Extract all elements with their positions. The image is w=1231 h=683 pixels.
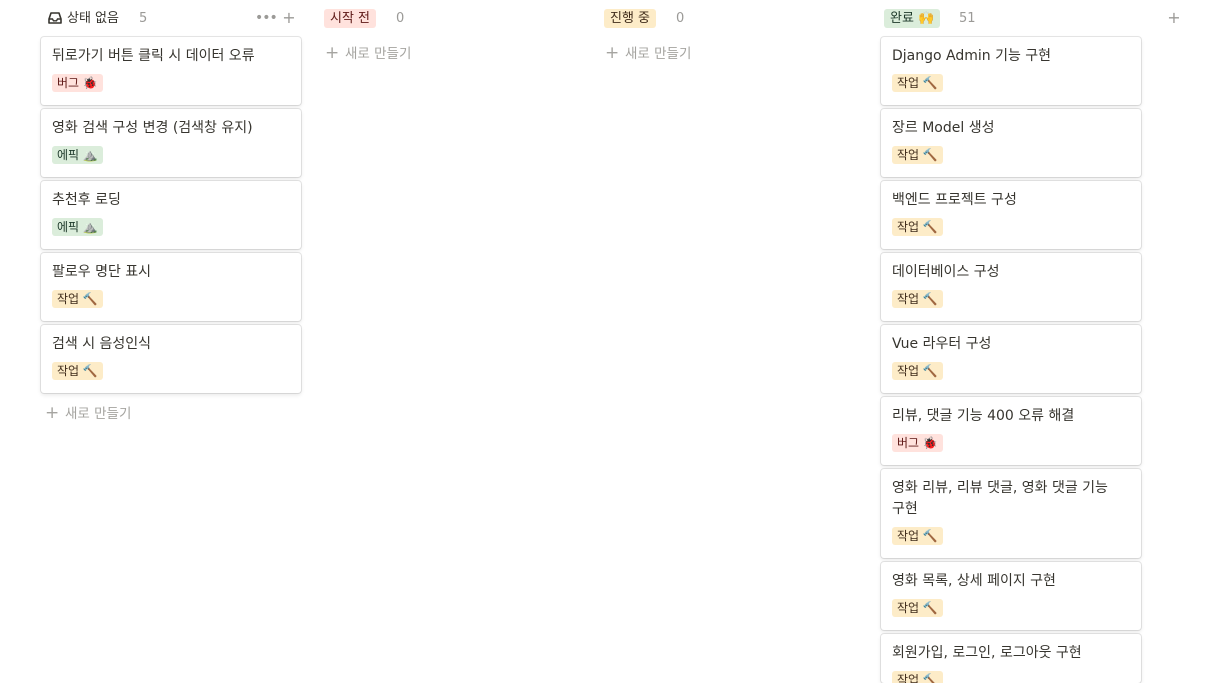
- plus-icon: +: [325, 43, 340, 63]
- more-options-icon[interactable]: •••: [255, 7, 278, 29]
- status-label[interactable]: 시작 전: [324, 9, 377, 28]
- card-title: 백엔드 프로젝트 구성: [892, 192, 1017, 208]
- card-title: 영화 리뷰, 리뷰 댓글, 영화 댓글 기능 구현: [892, 480, 1108, 517]
- tag-task: 작업 🔨: [892, 146, 943, 164]
- tag-epic: 에픽 ⛰️: [52, 146, 103, 164]
- tag-task: 작업 🔨: [892, 599, 943, 617]
- card[interactable]: Django Admin 기능 구현 작업 🔨: [881, 37, 1141, 105]
- column-not-started: 시작 전 0 + 새로 만들기: [324, 0, 586, 63]
- status-count: 0: [676, 11, 685, 26]
- card-title: 회원가입, 로그인, 로그아웃 구현: [892, 645, 1082, 661]
- column-header: 진행 중 0: [604, 0, 866, 36]
- column-header: 상태 없음 5 ••• +: [41, 0, 303, 36]
- plus-icon: +: [45, 403, 60, 423]
- column-no-status: 상태 없음 5 ••• + 뒤로가기 버튼 클릭 시 데이터 오류 버그 🐞 영…: [41, 0, 303, 423]
- column-in-progress: 진행 중 0 + 새로 만들기: [604, 0, 866, 63]
- card-title: 영화 목록, 상세 페이지 구현: [892, 573, 1056, 589]
- tag-task: 작업 🔨: [892, 218, 943, 236]
- card-title: 뒤로가기 버튼 클릭 시 데이터 오류: [52, 48, 255, 64]
- new-card-button[interactable]: + 새로 만들기: [325, 41, 411, 65]
- status-label[interactable]: 진행 중: [604, 9, 657, 28]
- new-card-label: 새로 만들기: [345, 46, 412, 62]
- card-title: 데이터베이스 구성: [892, 264, 1000, 280]
- card-title: 리뷰, 댓글 기능 400 오류 해결: [892, 408, 1075, 424]
- column-header: 시작 전 0: [324, 0, 586, 36]
- card-title: 장르 Model 생성: [892, 120, 995, 136]
- card[interactable]: Vue 라우터 구성 작업 🔨: [881, 325, 1141, 393]
- card-title: Vue 라우터 구성: [892, 336, 992, 352]
- add-card-icon[interactable]: +: [280, 7, 298, 29]
- card[interactable]: 데이터베이스 구성 작업 🔨: [881, 253, 1141, 321]
- tag-task: 작업 🔨: [52, 362, 103, 380]
- plus-icon: +: [605, 43, 620, 63]
- column-header: 완료 🙌 51: [881, 0, 1143, 36]
- new-card-label: 새로 만들기: [625, 46, 692, 62]
- card[interactable]: 장르 Model 생성 작업 🔨: [881, 109, 1141, 177]
- card[interactable]: 영화 목록, 상세 페이지 구현 작업 🔨: [881, 562, 1141, 630]
- status-label[interactable]: 완료 🙌: [884, 9, 941, 28]
- new-card-label: 새로 만들기: [65, 406, 132, 422]
- tag-task: 작업 🔨: [892, 290, 943, 308]
- new-card-button[interactable]: + 새로 만들기: [605, 41, 691, 65]
- card-title: 팔로우 명단 표시: [52, 264, 152, 280]
- add-column-icon[interactable]: +: [1165, 7, 1183, 29]
- card[interactable]: 추천후 로딩 에픽 ⛰️: [41, 181, 301, 249]
- status-label[interactable]: 상태 없음: [61, 9, 125, 28]
- card-title: 영화 검색 구성 변경 (검색창 유지): [52, 120, 253, 136]
- card[interactable]: 뒤로가기 버튼 클릭 시 데이터 오류 버그 🐞: [41, 37, 301, 105]
- tag-task: 작업 🔨: [892, 362, 943, 380]
- card-title: 검색 시 음성인식: [52, 336, 152, 352]
- status-count: 5: [139, 11, 148, 26]
- card[interactable]: 영화 검색 구성 변경 (검색창 유지) 에픽 ⛰️: [41, 109, 301, 177]
- card[interactable]: 백엔드 프로젝트 구성 작업 🔨: [881, 181, 1141, 249]
- tag-bug: 버그 🐞: [892, 434, 943, 452]
- tag-task: 작업 🔨: [52, 290, 103, 308]
- tag-bug: 버그 🐞: [52, 74, 103, 92]
- card-title: 추천후 로딩: [52, 192, 121, 208]
- tag-task: 작업 🔨: [892, 527, 943, 545]
- new-card-button[interactable]: + 새로 만들기: [45, 401, 131, 425]
- tag-epic: 에픽 ⛰️: [52, 218, 103, 236]
- card[interactable]: 검색 시 음성인식 작업 🔨: [41, 325, 301, 393]
- card[interactable]: 팔로우 명단 표시 작업 🔨: [41, 253, 301, 321]
- tag-task: 작업 🔨: [892, 74, 943, 92]
- card[interactable]: 영화 리뷰, 리뷰 댓글, 영화 댓글 기능 구현 작업 🔨: [881, 469, 1141, 558]
- card[interactable]: 리뷰, 댓글 기능 400 오류 해결 버그 🐞: [881, 397, 1141, 465]
- status-count: 0: [396, 11, 405, 26]
- status-count: 51: [959, 11, 976, 26]
- tag-task: 작업 🔨: [892, 671, 943, 683]
- card-title: Django Admin 기능 구현: [892, 48, 1052, 64]
- column-done: 완료 🙌 51 Django Admin 기능 구현 작업 🔨 장르 Model…: [881, 0, 1143, 683]
- card[interactable]: 회원가입, 로그인, 로그아웃 구현 작업 🔨: [881, 634, 1141, 683]
